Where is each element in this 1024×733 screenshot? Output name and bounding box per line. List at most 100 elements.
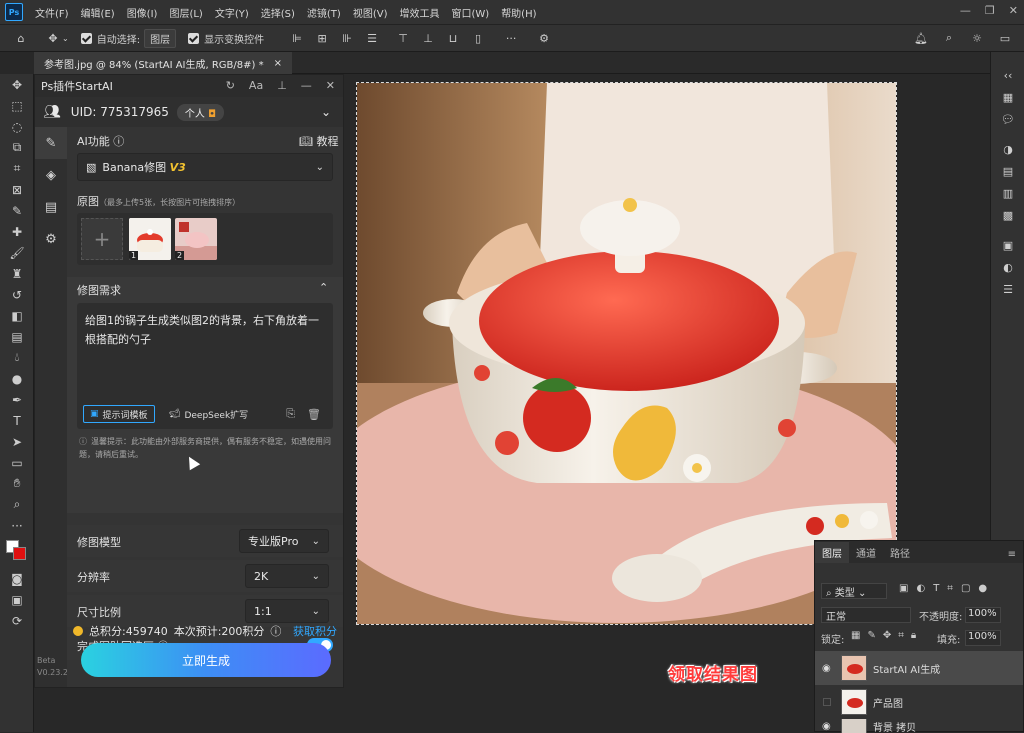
smart-filter-icon[interactable]: ▢: [961, 583, 970, 594]
object-select-tool-icon[interactable]: ⧉: [0, 137, 34, 158]
collapse-panels-icon[interactable]: ‹‹: [991, 64, 1024, 86]
marquee-tool-icon[interactable]: ⬚: [0, 95, 34, 116]
hand-tool-icon[interactable]: ✋︎: [0, 473, 34, 494]
bell-icon[interactable]: 🔔︎: [912, 29, 930, 47]
image-filter-icon[interactable]: ▣: [899, 583, 908, 594]
zoom-tool-icon[interactable]: ⌕: [0, 494, 34, 515]
healing-tool-icon[interactable]: ✚: [0, 221, 34, 242]
tab-layers[interactable]: 图层: [815, 542, 849, 563]
swatches-panel-icon[interactable]: ▤: [991, 160, 1024, 182]
align-center-icon[interactable]: ⊞: [313, 29, 331, 47]
generate-button[interactable]: 立即生成: [81, 643, 331, 677]
refresh-icon[interactable]: ↻: [226, 79, 235, 92]
distribute-icon[interactable]: ▯: [469, 29, 487, 47]
source-thumb-1[interactable]: 1: [129, 218, 171, 260]
dodge-tool-icon[interactable]: ●: [0, 368, 34, 389]
type-tool-icon[interactable]: T: [0, 410, 34, 431]
stamp-tool-icon[interactable]: ♜: [0, 263, 34, 284]
chevron-down-icon[interactable]: ⌄: [62, 34, 69, 43]
menu-edit[interactable]: 编辑(E): [75, 5, 121, 20]
chevron-down-icon[interactable]: ⌄: [321, 105, 331, 119]
color-panel-icon[interactable]: ◐: [991, 256, 1024, 278]
chevron-up-icon[interactable]: ⌃: [319, 281, 328, 294]
align-bottom-icon[interactable]: ⊔: [444, 29, 462, 47]
document-tab[interactable]: 参考图.jpg @ 84% (StartAI AI生成, RGB/8#) * ×: [34, 52, 292, 74]
menu-select[interactable]: 选择(S): [255, 5, 301, 20]
frame-tool-icon[interactable]: ⊠: [0, 179, 34, 200]
fill-input[interactable]: 100%: [965, 630, 1001, 646]
menu-view[interactable]: 视图(V): [347, 5, 394, 20]
model-dropdown[interactable]: 专业版Pro ⌄: [239, 529, 329, 553]
blur-tool-icon[interactable]: 💧︎: [0, 347, 34, 368]
ratio-dropdown[interactable]: 1:1 ⌄: [245, 599, 329, 623]
layer-row[interactable]: 产品图: [815, 685, 1023, 719]
shape-tool-icon[interactable]: ▭: [0, 452, 34, 473]
move-tool-icon[interactable]: ✥: [0, 74, 34, 95]
gradients-panel-icon[interactable]: ▥: [991, 182, 1024, 204]
restore-icon[interactable]: ❐: [985, 4, 995, 17]
layer-filter-dropdown[interactable]: ⌕ 类型 ⌄: [821, 583, 887, 599]
lasso-tool-icon[interactable]: ◌: [0, 116, 34, 137]
menu-help[interactable]: 帮助(H): [495, 5, 542, 20]
close-icon[interactable]: ✕: [326, 79, 335, 92]
settings-icon[interactable]: ⚙: [35, 223, 67, 255]
history-panel-icon[interactable]: ▦: [991, 86, 1024, 108]
align-middle-icon[interactable]: ⊥: [419, 29, 437, 47]
type-filter-icon[interactable]: T: [933, 583, 939, 594]
more-icon[interactable]: ···: [502, 29, 520, 47]
edit-toolbar-icon[interactable]: ···: [0, 515, 34, 536]
screen-mode-icon[interactable]: ▣: [0, 589, 34, 610]
adjustments-panel-icon[interactable]: ◑: [991, 138, 1024, 160]
resolution-dropdown[interactable]: 2K ⌄: [245, 564, 329, 588]
collapse-icon[interactable]: —: [301, 79, 312, 92]
move-tool-icon[interactable]: ✥: [44, 29, 62, 47]
pin-icon[interactable]: ⊥: [277, 79, 287, 92]
menu-file[interactable]: 文件(F): [29, 5, 75, 20]
crop-tool-icon[interactable]: ⌗: [0, 158, 34, 179]
gear-icon[interactable]: ⚙: [535, 29, 553, 47]
layer-row[interactable]: ◉ StartAI AI生成: [815, 651, 1023, 685]
tab-channels[interactable]: 通道: [849, 542, 883, 563]
tab-paths[interactable]: 路径: [883, 542, 917, 563]
document-icon[interactable]: ▤: [35, 191, 67, 223]
show-transform-checkbox[interactable]: [188, 32, 200, 44]
history-icon[interactable]: ⎘: [286, 407, 295, 421]
deepseek-button[interactable]: 🐋︎ DeepSeek扩写: [163, 405, 254, 423]
ai-model-select[interactable]: ▧ Banana修图 V3 ⌄: [77, 153, 333, 181]
pen-tool-icon[interactable]: ✒: [0, 389, 34, 410]
libraries-panel-icon[interactable]: ▣: [991, 234, 1024, 256]
extra-tool-icon[interactable]: ⟳: [0, 610, 34, 631]
eye-icon[interactable]: ◉: [822, 721, 831, 732]
eye-icon[interactable]: ◉: [822, 663, 831, 674]
search-icon[interactable]: ⌕: [940, 29, 958, 47]
menu-layer[interactable]: 图层(L): [163, 5, 208, 20]
gradient-tool-icon[interactable]: ▤: [0, 326, 34, 347]
lock-move-icon[interactable]: ✥: [883, 630, 891, 641]
shape-filter-icon[interactable]: ⌗: [947, 583, 953, 594]
patterns-panel-icon[interactable]: ▩: [991, 204, 1024, 226]
edit-icon[interactable]: ✎: [35, 127, 67, 159]
source-thumb-2[interactable]: 2: [175, 218, 217, 260]
font-size-icon[interactable]: Aa: [249, 79, 263, 92]
color-swatches[interactable]: [0, 536, 34, 568]
panel-menu-icon[interactable]: ≡: [1001, 546, 1023, 563]
auto-select-dropdown[interactable]: 图层: [144, 28, 177, 48]
trash-icon[interactable]: 🗑︎: [307, 408, 321, 421]
account-type-badge[interactable]: 个人 ◘: [176, 103, 225, 121]
filter-toggle-icon[interactable]: ●: [978, 583, 987, 594]
properties-panel-icon[interactable]: ☰: [991, 278, 1024, 300]
path-select-icon[interactable]: ➤: [0, 431, 34, 452]
get-points-link[interactable]: 获取积分: [293, 623, 337, 639]
prompt-textarea[interactable]: 给图1的锅子生成类似图2的背景，右下角放着一根搭配的勺子 ▣ 提示词模板 🐋︎ De…: [77, 303, 333, 429]
tutorial-link[interactable]: 📖︎ 教程: [299, 133, 338, 149]
auto-select-checkbox[interactable]: [80, 32, 92, 44]
align-distribute-icon[interactable]: ☰: [363, 29, 381, 47]
opacity-input[interactable]: 100%: [965, 607, 1001, 623]
menu-window[interactable]: 窗口(W): [445, 5, 495, 20]
menu-image[interactable]: 图像(I): [121, 5, 164, 20]
eraser-tool-icon[interactable]: ◧: [0, 305, 34, 326]
align-right-icon[interactable]: ⊪: [338, 29, 356, 47]
bulb-icon[interactable]: ☼: [968, 29, 986, 47]
align-left-icon[interactable]: ⊫: [288, 29, 306, 47]
comments-panel-icon[interactable]: 💬︎: [991, 108, 1024, 130]
